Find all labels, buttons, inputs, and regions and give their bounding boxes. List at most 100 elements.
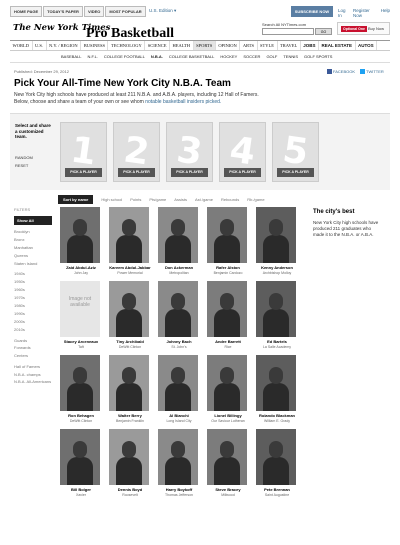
reset-button[interactable]: RESET (15, 163, 28, 168)
player-school: Roosevelt (122, 492, 138, 497)
filter-2010s[interactable]: 2010s (14, 326, 52, 334)
search-button[interactable]: GO (315, 28, 332, 35)
subnav-item[interactable]: COLLEGE FOOTBALL (101, 52, 148, 61)
sort-ast-game[interactable]: Ast./game (195, 197, 213, 202)
filter-guards[interactable]: Guards (14, 337, 52, 345)
team-slot-5[interactable]: 5 PICK A PLAYER (272, 122, 319, 182)
player-silhouette-head (122, 441, 136, 458)
filter-all-americans[interactable]: N.B.A. All-Americans (14, 379, 52, 389)
filter-1950s[interactable]: 1950s (14, 278, 52, 286)
pick-player-button[interactable]: PICK A PLAYER (171, 168, 208, 177)
page-title: Pick Your All-Time New York City N.B.A. … (14, 78, 231, 89)
player-photo (158, 207, 198, 263)
most-popular-link[interactable]: MOST POPULAR (105, 6, 146, 17)
sort-points[interactable]: Points (130, 197, 141, 202)
nav-travel[interactable]: Travel (278, 41, 301, 50)
login-link[interactable]: Log In (338, 8, 349, 18)
filter-queens[interactable]: Queens (14, 252, 52, 260)
ad-banner[interactable]: Optional One Buy Now (337, 22, 390, 35)
help-link[interactable]: Help (381, 8, 390, 18)
nav-sports[interactable]: Sports (193, 41, 216, 50)
register-link[interactable]: Register Now (353, 8, 377, 18)
todays-paper-link[interactable]: TODAY'S PAPER (43, 6, 83, 17)
filter-brooklyn[interactable]: Brooklyn (14, 228, 52, 236)
nav-world[interactable]: World (10, 41, 33, 50)
subnav-item[interactable]: COLLEGE BASKETBALL (166, 52, 218, 61)
subnav-item[interactable]: BASEBALL (58, 52, 84, 61)
player-school: William E. Grady (263, 418, 291, 423)
filter-1940s[interactable]: 1940s (14, 270, 52, 278)
filter-2000s[interactable]: 2000s (14, 318, 52, 326)
subnav-item[interactable]: GOLF (263, 52, 280, 61)
sort-high-school[interactable]: High school (101, 197, 122, 202)
ad-badge: Optional One (341, 26, 367, 32)
subnav-item[interactable]: SOCCER (240, 52, 263, 61)
nav-opinion[interactable]: Opinion (216, 41, 241, 50)
subnav-item[interactable]: N.F.L. (84, 52, 100, 61)
sort-pts-game[interactable]: Pts/game (149, 197, 166, 202)
player-name: Harry Boykoff (165, 487, 193, 492)
player-name: Andre Barrett (215, 339, 241, 344)
sort-by-name[interactable]: Sort by name (58, 195, 94, 204)
player-silhouette-body (67, 235, 93, 263)
player-photo (109, 355, 149, 411)
sort-assists[interactable]: Assists (174, 197, 187, 202)
main-nav: World U.S. N.Y. / Region Business Techno… (10, 40, 390, 51)
team-slot-2[interactable]: 2 PICK A PLAYER (113, 122, 160, 182)
player-silhouette-body (116, 383, 142, 411)
filter-manhattan[interactable]: Manhattan (14, 244, 52, 252)
subnav-item[interactable]: GOLF SPORTS (301, 52, 335, 61)
filter-staten-island[interactable]: Staten Island (14, 260, 52, 268)
sort-rebounds[interactable]: Rebounds (221, 197, 239, 202)
team-slot-4[interactable]: 4 PICK A PLAYER (219, 122, 266, 182)
pick-player-button[interactable]: PICK A PLAYER (118, 168, 155, 177)
nav-business[interactable]: Business (81, 41, 109, 50)
filter-bronx[interactable]: Bronx (14, 236, 52, 244)
team-slot-1[interactable]: 1 PICK A PLAYER (60, 122, 107, 182)
video-link[interactable]: VIDEO (83, 6, 105, 17)
player-silhouette-body (116, 235, 142, 263)
search-input[interactable] (262, 28, 314, 35)
subnav-item[interactable]: HOCKEY (217, 52, 240, 61)
nav-arts[interactable]: Arts (240, 41, 258, 50)
insiders-link[interactable]: notable basketball insiders picked. (145, 99, 221, 105)
filter-forwards[interactable]: Forwards (14, 344, 52, 352)
subscribe-button[interactable]: SUBSCRIBE NOW (291, 6, 333, 17)
filter-1970s[interactable]: 1970s (14, 294, 52, 302)
nav-us[interactable]: U.S. (33, 41, 47, 50)
nav-health[interactable]: Health (170, 41, 194, 50)
nav-nyregion[interactable]: N.Y. / Region (47, 41, 82, 50)
subnav-item[interactable]: TENNIS (280, 52, 301, 61)
edition-selector[interactable]: U.S. Edition ▾ (149, 8, 176, 14)
filter-nba-champs[interactable]: N.B.A. champs (14, 371, 52, 379)
top-links: HOME PAGE TODAY'S PAPER VIDEO MOST POPUL… (10, 6, 147, 17)
player-name: Don Ackerman (164, 265, 194, 270)
nav-real-estate[interactable]: Real Estate (319, 41, 356, 50)
subnav-item-nba[interactable]: N.B.A. (148, 52, 166, 61)
player-photo (256, 281, 296, 337)
sort-rb-game[interactable]: Rb./game (247, 197, 264, 202)
nav-science[interactable]: Science (145, 41, 170, 50)
nav-autos[interactable]: Autos (356, 41, 378, 50)
team-slot-3[interactable]: 3 PICK A PLAYER (166, 122, 213, 182)
pick-player-button[interactable]: PICK A PLAYER (277, 168, 314, 177)
filter-centers[interactable]: Centers (14, 352, 52, 360)
random-button[interactable]: RANDOM (15, 155, 33, 160)
sort-bar: Sort by name High school Points Pts/game… (58, 195, 273, 204)
pick-player-button[interactable]: PICK A PLAYER (65, 168, 102, 177)
filter-1990s[interactable]: 1990s (14, 310, 52, 318)
pick-player-button[interactable]: PICK A PLAYER (224, 168, 261, 177)
twitter-share[interactable]: TWITTER (360, 69, 384, 74)
nav-technology[interactable]: Technology (108, 41, 146, 50)
filter-1980s[interactable]: 1980s (14, 302, 52, 310)
nav-jobs[interactable]: Jobs (301, 41, 319, 50)
home-page-link[interactable]: HOME PAGE (10, 6, 43, 17)
player-silhouette-head (122, 219, 136, 236)
filter-hall-of-famers[interactable]: Hall of Famers (14, 363, 52, 371)
facebook-share[interactable]: FACEBOOK (327, 69, 355, 74)
no-image-text: Image not available (68, 296, 92, 308)
nav-style[interactable]: Style (258, 41, 278, 50)
player-silhouette-head (269, 293, 283, 310)
filter-show-all[interactable]: Show All (14, 216, 52, 225)
filter-1960s[interactable]: 1960s (14, 286, 52, 294)
